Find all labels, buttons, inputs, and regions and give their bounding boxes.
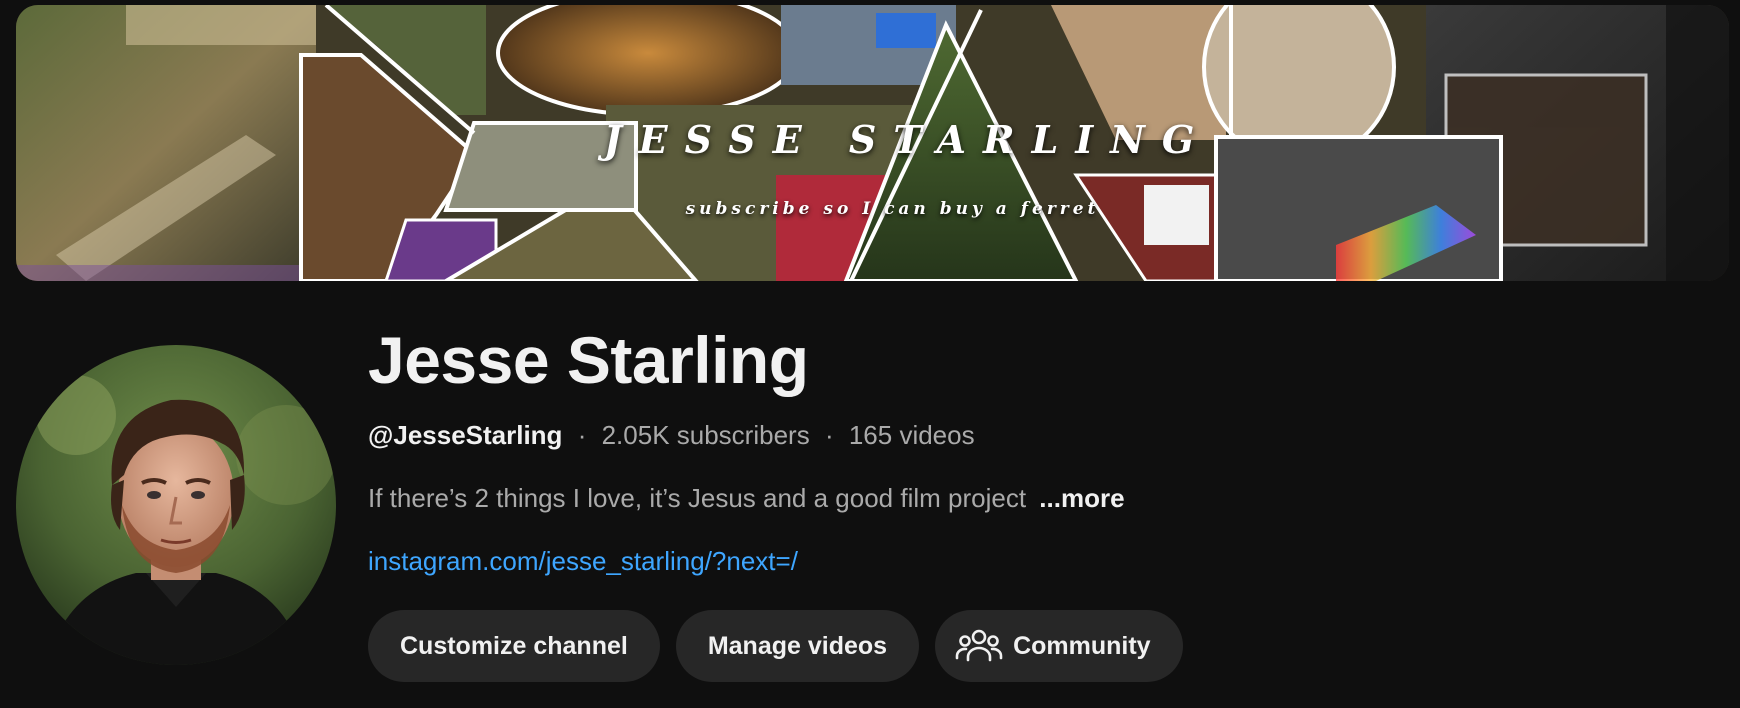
channel-info: Jesse Starling @JesseStarling · 2.05K su… <box>368 320 1708 682</box>
banner-tagline: subscribe so I can buy a ferret <box>685 199 1100 219</box>
channel-banner: JESSE STARLING subscribe so I can buy a … <box>16 5 1729 281</box>
more-button[interactable]: ...more <box>1039 483 1124 513</box>
customize-channel-button[interactable]: Customize channel <box>368 610 660 682</box>
channel-handle: @JesseStarling <box>368 420 563 450</box>
banner-title: JESSE STARLING <box>603 117 1212 162</box>
subscriber-count: 2.05K subscribers <box>601 420 810 450</box>
channel-avatar[interactable] <box>16 345 336 665</box>
channel-actions: Customize channel Manage videos Communit… <box>368 610 1183 682</box>
avatar-portrait <box>16 345 336 665</box>
channel-name: Jesse Starling <box>368 323 809 397</box>
description-text: If there’s 2 things I love, it’s Jesus a… <box>368 483 1027 513</box>
community-label: Community <box>1013 631 1151 660</box>
channel-description[interactable]: If there’s 2 things I love, it’s Jesus a… <box>368 481 1708 515</box>
community-icon <box>955 626 1003 666</box>
community-button[interactable]: Community <box>935 610 1183 682</box>
video-count: 165 videos <box>848 420 975 450</box>
meta-separator: · <box>824 420 834 450</box>
manage-videos-button[interactable]: Manage videos <box>675 610 920 682</box>
channel-meta: @JesseStarling · 2.05K subscribers · 165… <box>368 418 1708 452</box>
meta-separator: · <box>577 420 587 450</box>
channel-link[interactable]: instagram.com/jesse_starling/?next=/ <box>368 544 798 578</box>
